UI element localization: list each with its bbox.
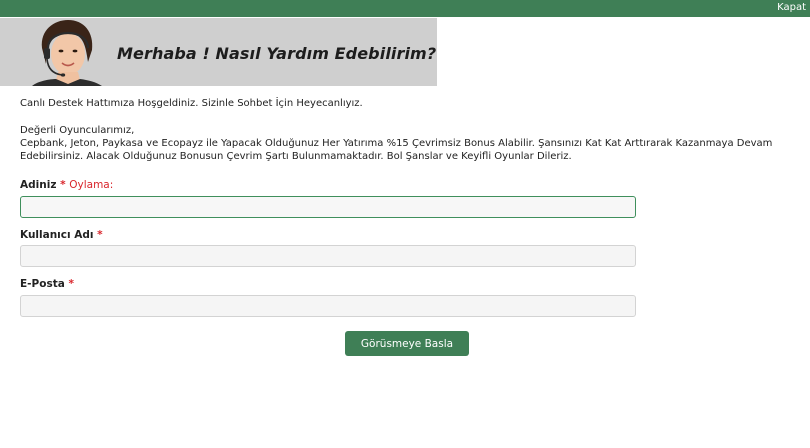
name-label-text: Adiniz xyxy=(20,179,57,191)
welcome-banner: Merhaba ! Nasıl Yardım Edebilirim? xyxy=(0,18,437,86)
name-hint: Oylama: xyxy=(69,179,114,191)
email-input[interactable] xyxy=(20,295,636,317)
required-mark: * xyxy=(60,179,66,191)
banner-title: Merhaba ! Nasıl Yardım Edebilirim? xyxy=(117,44,437,63)
name-label: Adiniz * Oylama: xyxy=(20,179,113,191)
username-label-text: Kullanıcı Adı xyxy=(20,229,94,241)
welcome-text: Canlı Destek Hattımıza Hoşgeldiniz. Sizi… xyxy=(20,98,363,109)
close-link[interactable]: Kapat xyxy=(777,2,806,14)
username-label: Kullanıcı Adı * xyxy=(20,229,103,241)
support-agent-headset-icon xyxy=(32,20,102,86)
bonus-message: Cepbank, Jeton, Paykasa ve Ecopayz ile Y… xyxy=(20,138,773,162)
name-input[interactable] xyxy=(20,196,636,218)
start-chat-button[interactable]: Görüsmeye Basla xyxy=(345,331,469,356)
required-mark: * xyxy=(68,278,74,290)
email-label-text: E-Posta xyxy=(20,278,65,290)
intro-text: Canlı Destek Hattımıza Hoşgeldiniz. Sizi… xyxy=(20,97,790,163)
email-label: E-Posta * xyxy=(20,278,74,290)
greeting-text: Değerli Oyuncularımız, xyxy=(20,125,135,136)
top-bar: Kapat xyxy=(0,0,810,17)
required-mark: * xyxy=(97,229,103,241)
username-input[interactable] xyxy=(20,245,636,267)
